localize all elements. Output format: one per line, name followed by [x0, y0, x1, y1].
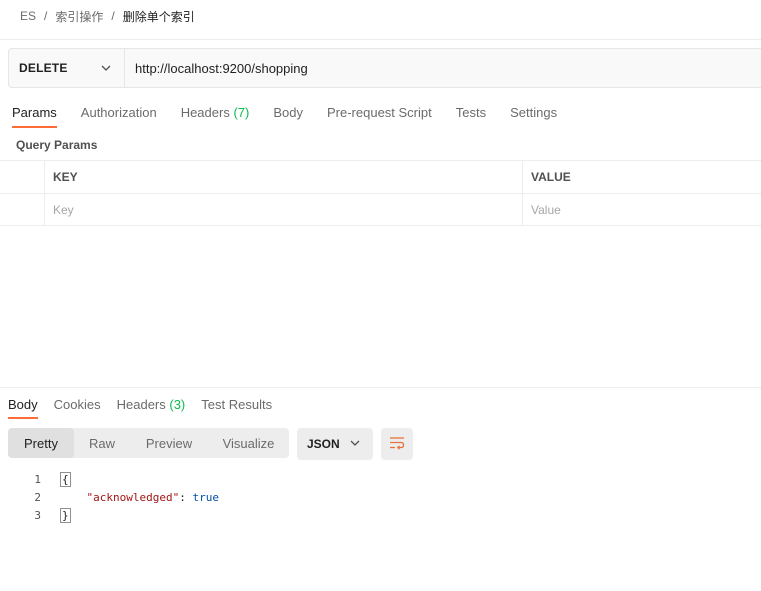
response-tab-test-results[interactable]: Test Results	[201, 394, 272, 419]
row-checkbox-cell	[0, 194, 45, 225]
json-value: true	[192, 490, 219, 504]
code-line: 1 {	[0, 470, 219, 488]
response-tab-body[interactable]: Body	[8, 394, 38, 419]
value-input[interactable]: Value	[523, 194, 761, 225]
key-input[interactable]: Key	[45, 194, 523, 225]
open-brace: {	[60, 471, 71, 487]
close-brace: }	[60, 507, 71, 523]
key-column-header: KEY	[45, 161, 523, 193]
line-number: 3	[34, 508, 41, 522]
wrap-lines-button[interactable]	[381, 428, 413, 460]
line-number: 2	[34, 490, 41, 504]
tab-body[interactable]: Body	[273, 101, 303, 128]
tab-headers[interactable]: Headers (7)	[181, 101, 250, 128]
tab-settings[interactable]: Settings	[510, 101, 557, 128]
format-select[interactable]: JSON	[297, 428, 373, 460]
table-row: Key Value	[0, 193, 761, 226]
view-mode-switcher: Pretty Raw Preview Visualize	[8, 428, 289, 458]
tab-authorization[interactable]: Authorization	[81, 101, 157, 128]
url-input[interactable]: http://localhost:9200/shopping	[125, 61, 308, 76]
table-header-row: KEY VALUE	[0, 160, 761, 193]
view-preview-button[interactable]: Preview	[130, 428, 208, 458]
breadcrumb-separator: /	[44, 9, 48, 23]
tab-tests[interactable]: Tests	[456, 101, 486, 128]
format-label: JSON	[307, 437, 340, 451]
response-tab-cookies[interactable]: Cookies	[54, 394, 101, 419]
breadcrumb-folder[interactable]: 索引操作	[55, 8, 103, 25]
query-params-table: KEY VALUE Key Value	[0, 160, 761, 226]
code-line: 3 }	[0, 506, 219, 524]
breadcrumb-separator: /	[111, 9, 115, 23]
tab-params[interactable]: Params	[12, 101, 57, 128]
query-params-title: Query Params	[16, 138, 98, 152]
tab-pre-request-script[interactable]: Pre-request Script	[327, 101, 432, 128]
header-divider	[0, 39, 761, 40]
json-colon: :	[179, 490, 193, 504]
response-code-editor[interactable]: 1 { 2 "acknowledged": true 3 }	[0, 470, 219, 524]
method-select[interactable]: DELETE	[9, 49, 125, 87]
response-headers-count: (3)	[169, 397, 186, 412]
method-label: DELETE	[19, 61, 68, 75]
wrap-lines-icon	[389, 436, 405, 453]
url-bar: DELETE http://localhost:9200/shopping	[8, 48, 761, 88]
headers-count: (7)	[233, 105, 250, 120]
response-tabs: Body Cookies Headers (3) Test Results	[8, 394, 288, 420]
breadcrumb-collection[interactable]: ES	[20, 9, 36, 23]
code-line: 2 "acknowledged": true	[0, 488, 219, 506]
chevron-down-icon	[349, 437, 361, 452]
breadcrumb: ES / 索引操作 / 删除单个索引	[20, 7, 195, 25]
json-key: "acknowledged"	[86, 490, 180, 504]
breadcrumb-request-name[interactable]: 删除单个索引	[123, 8, 195, 25]
line-number: 1	[34, 472, 41, 486]
response-divider[interactable]	[0, 387, 761, 388]
response-tab-headers[interactable]: Headers (3)	[117, 394, 186, 419]
view-visualize-button[interactable]: Visualize	[208, 428, 289, 458]
request-tabs: Params Authorization Headers (7) Body Pr…	[12, 101, 581, 129]
value-column-header: VALUE	[531, 170, 571, 184]
chevron-down-icon	[100, 62, 112, 74]
view-raw-button[interactable]: Raw	[74, 428, 130, 458]
row-checkbox-column	[0, 161, 45, 193]
view-pretty-button[interactable]: Pretty	[8, 428, 74, 458]
